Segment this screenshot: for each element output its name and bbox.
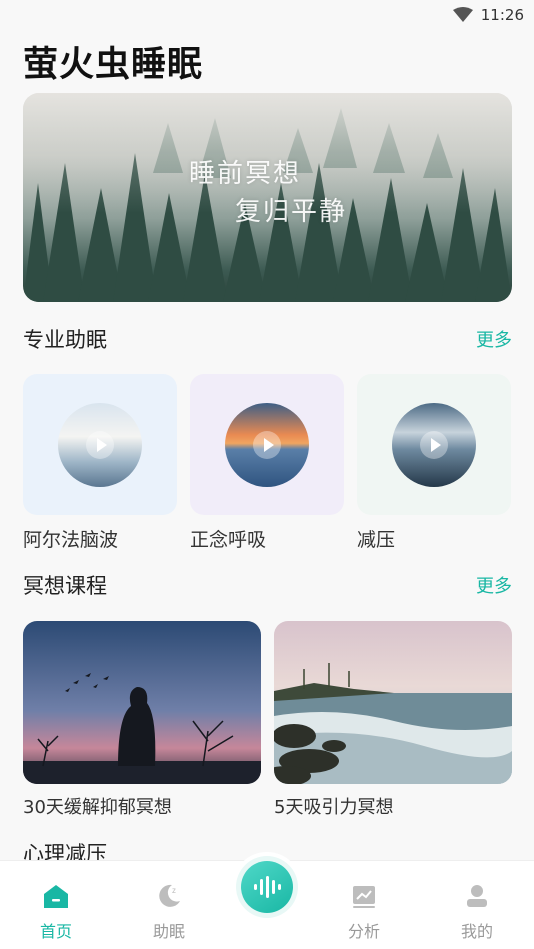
tab-analysis[interactable]: 分析	[319, 861, 409, 949]
sleep-card-label: 正念呼吸	[190, 529, 267, 551]
wifi-icon	[452, 7, 473, 22]
tab-label: 首页	[39, 922, 72, 941]
tab-home[interactable]: 首页	[11, 861, 101, 949]
status-time: 11:26	[480, 6, 524, 24]
sleep-section-title: 专业助眠	[23, 328, 107, 352]
course-label: 30天缓解抑郁冥想	[23, 797, 172, 818]
play-icon	[86, 430, 114, 459]
tab-label: 助眠	[152, 922, 185, 941]
tab-profile[interactable]: 我的	[432, 861, 522, 949]
tab-label: 我的	[460, 922, 493, 941]
sleep-card-label: 减压	[357, 529, 396, 551]
stress-thumbnail	[392, 402, 476, 487]
home-icon	[44, 885, 68, 908]
play-icon	[420, 430, 448, 459]
course-label: 5天吸引力冥想	[274, 797, 394, 818]
svg-text:z: z	[172, 886, 176, 895]
chart-icon	[353, 886, 375, 908]
sleep-section-header: 专业助眠 更多	[23, 324, 512, 354]
course-card-depression[interactable]	[23, 621, 261, 784]
center-play-button[interactable]	[236, 856, 298, 918]
moon-icon: z	[159, 884, 180, 907]
sound-wave-icon	[254, 876, 281, 898]
tab-sleep[interactable]: z 助眠	[124, 861, 214, 949]
user-icon	[467, 885, 487, 907]
tab-label: 分析	[347, 922, 380, 941]
meditation-more-link[interactable]: 更多	[476, 572, 512, 598]
alpha-thumbnail	[58, 402, 142, 487]
sleep-card-breathing[interactable]	[190, 374, 344, 515]
sleep-card-stress[interactable]	[357, 374, 511, 515]
meditation-section-header: 冥想课程 更多	[23, 570, 512, 600]
sleep-card-label: 阿尔法脑波	[23, 529, 119, 551]
status-bar: 11:26	[0, 0, 534, 30]
course-card-attraction[interactable]	[274, 621, 512, 784]
meditation-section-title: 冥想课程	[23, 574, 107, 598]
sleep-more-link[interactable]: 更多	[476, 326, 512, 352]
play-icon	[253, 430, 281, 459]
sleep-card-alpha[interactable]	[23, 374, 177, 515]
breathing-thumbnail	[225, 402, 309, 487]
banner[interactable]: 睡前冥想 复归平静	[23, 93, 512, 302]
banner-headline: 睡前冥想	[189, 159, 302, 189]
dusk-silhouette-image	[23, 621, 261, 784]
ocean-shore-image	[274, 621, 512, 784]
banner-subline: 复归平静	[235, 197, 348, 227]
page-title: 萤火虫睡眠	[23, 45, 204, 85]
